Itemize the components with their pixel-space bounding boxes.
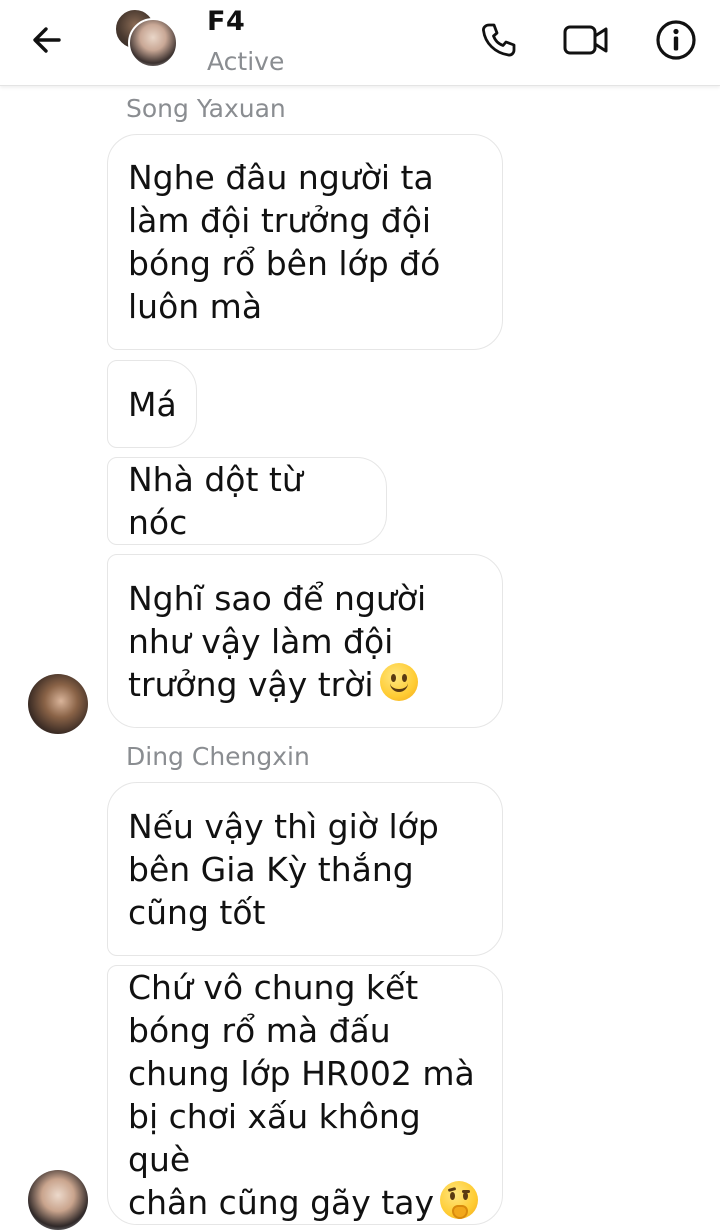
sender-avatar[interactable]	[28, 1170, 88, 1230]
info-button[interactable]	[652, 16, 700, 64]
message-text: Chứ vô chung kết bóng rổ mà đấu chung lớ…	[128, 966, 482, 1224]
back-button[interactable]	[22, 18, 72, 62]
sender-name: Ding Chengxin	[126, 742, 310, 771]
message-text: Má	[128, 384, 177, 424]
sender-avatar[interactable]	[28, 674, 88, 734]
voice-call-button[interactable]	[474, 16, 522, 64]
slightly-smiling-face-icon	[379, 662, 418, 701]
video-camera-icon	[563, 25, 608, 55]
message-bubble[interactable]: Nghĩ sao để người như vậy làm đội trưởng…	[107, 554, 503, 728]
chat-title[interactable]: F4	[207, 6, 245, 37]
message-text: Nhà dột từ nóc	[128, 460, 303, 542]
arrow-left-icon	[33, 27, 61, 53]
message-bubble[interactable]: Má	[107, 360, 197, 448]
info-icon	[656, 20, 696, 60]
message-bubble[interactable]: Nghe đâu người ta làm đội trưởng đội bón…	[107, 134, 503, 350]
group-avatar[interactable]	[114, 8, 178, 68]
sender-name: Song Yaxuan	[126, 94, 286, 123]
message-bubble[interactable]: Chứ vô chung kết bóng rổ mà đấu chung lớ…	[107, 965, 503, 1225]
message-text: Nghĩ sao để người như vậy làm đội trưởng…	[128, 577, 426, 706]
message-bubble[interactable]: Nhà dột từ nóc	[107, 457, 387, 545]
chat-screen: F4 Active Song Yaxuan Nghe đâu người ta …	[0, 0, 720, 1230]
message-text: Nghe đâu người ta làm đội trưởng đội bón…	[128, 158, 441, 326]
message-bubble[interactable]: Nếu vậy thì giờ lớp bên Gia Kỳ thắng cũn…	[107, 782, 503, 956]
phone-icon	[482, 23, 516, 57]
active-status: Active	[207, 47, 285, 76]
thinking-face-icon	[439, 1181, 478, 1219]
video-call-button[interactable]	[562, 16, 610, 64]
message-text: Nếu vậy thì giờ lớp bên Gia Kỳ thắng cũn…	[128, 806, 439, 932]
message-text-body: Chứ vô chung kết bóng rổ mà đấu chung lớ…	[128, 968, 475, 1222]
member-avatar	[128, 18, 178, 68]
chat-header: F4 Active	[0, 0, 720, 86]
